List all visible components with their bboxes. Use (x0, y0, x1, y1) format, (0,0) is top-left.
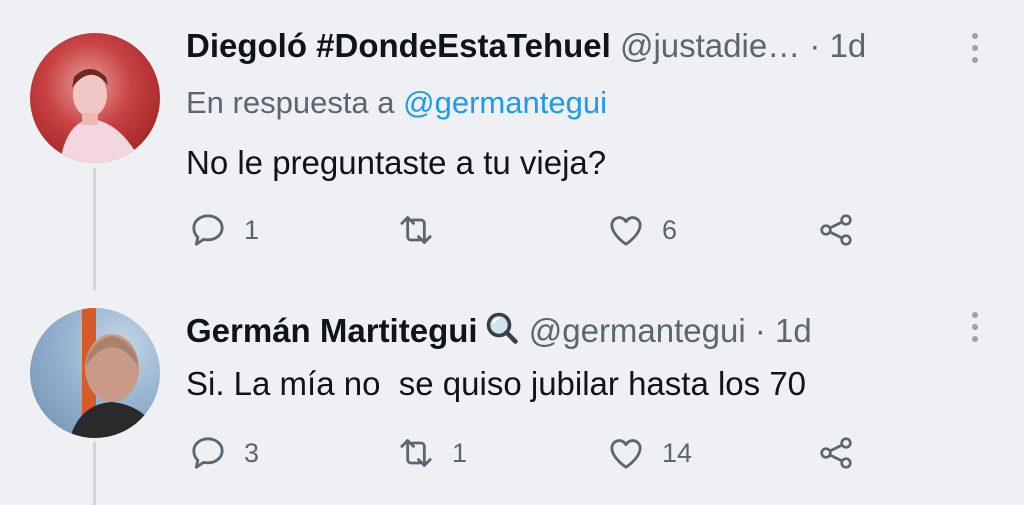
user-handle[interactable]: @germantegui (529, 312, 746, 349)
like-count: 6 (662, 214, 678, 245)
avatar-photo (60, 69, 142, 163)
reply-mention-link[interactable]: @germantegui (403, 85, 607, 120)
separator-dot: · (754, 312, 766, 349)
share-button[interactable] (816, 433, 856, 473)
more-options-icon[interactable] (968, 312, 982, 342)
timestamp[interactable]: 1d (830, 27, 867, 64)
separator-dot: · (809, 27, 821, 64)
tweet-text: No le preguntaste a tu vieja? (186, 144, 607, 181)
avatar-photo (70, 308, 160, 438)
magnifying-glass-icon (486, 312, 518, 344)
retweet-count: 1 (452, 437, 468, 468)
user-handle[interactable]: @justadie… (620, 27, 800, 64)
reply-button[interactable]: 3 (188, 433, 259, 473)
more-options-icon[interactable] (968, 33, 982, 63)
avatar[interactable] (30, 308, 160, 438)
share-button[interactable] (816, 210, 856, 250)
thread-line (93, 168, 96, 290)
reply-count: 1 (244, 214, 260, 245)
retweet-button[interactable] (396, 210, 452, 250)
reply-icon (192, 214, 224, 246)
reply-button[interactable]: 1 (188, 210, 259, 250)
heart-icon (610, 439, 642, 469)
reply-prefix: En respuesta a (186, 85, 395, 120)
like-button[interactable]: 14 (606, 433, 692, 473)
share-icon (820, 437, 852, 469)
display-name[interactable]: Diegoló #DondeEstaTehuel (186, 27, 611, 64)
like-button[interactable]: 6 (606, 210, 677, 250)
timestamp[interactable]: 1d (775, 312, 812, 349)
retweet-icon (400, 439, 432, 467)
reply-count: 3 (244, 437, 260, 468)
thread-line (93, 442, 96, 505)
tweet[interactable]: Diegoló #DondeEstaTehuel @justadie… · 1d… (0, 0, 1024, 290)
reply-icon (192, 437, 224, 469)
reply-context: En respuesta a @germantegui (186, 83, 607, 123)
retweet-button[interactable]: 1 (396, 433, 467, 473)
retweet-icon (400, 216, 432, 244)
tweet[interactable]: Germán Martitegui @germantegui · 1d Si. … (0, 290, 1024, 505)
tweet-header: Diegoló #DondeEstaTehuel @justadie… · 1d (186, 26, 866, 66)
display-name[interactable]: Germán Martitegui (186, 312, 478, 349)
like-count: 14 (662, 437, 693, 468)
tweet-text: Si. La mía no se quiso jubilar hasta los… (186, 365, 807, 402)
share-icon (820, 214, 852, 246)
tweet-header: Germán Martitegui @germantegui · 1d (186, 310, 812, 351)
heart-icon (610, 216, 642, 246)
avatar[interactable] (30, 33, 160, 163)
